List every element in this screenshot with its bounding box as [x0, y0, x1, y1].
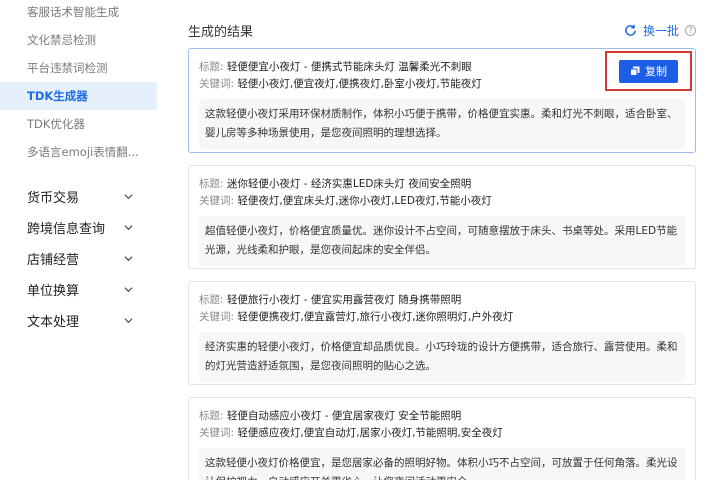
- sidebar-item-emoji-translator[interactable]: 多语言emoji表情翻...: [0, 138, 157, 166]
- result-description: 这款轻便小夜灯价格便宜，是您居家必备的照明好物。体积小巧不占空间，可放置于任何角…: [199, 448, 685, 480]
- copy-button[interactable]: 复制: [619, 59, 678, 83]
- result-title: 轻便自动感应小夜灯 - 便宜居家夜灯 安全节能照明: [226, 410, 462, 422]
- result-keywords-line: 关键词: 轻便便携夜灯,便宜露营灯,旅行小夜灯,迷你照明灯,户外夜灯: [199, 309, 685, 326]
- sidebar-menu-currency[interactable]: 货币交易: [0, 181, 157, 212]
- sidebar-item-prohibited-word-check[interactable]: 平台违禁词检测: [0, 54, 157, 82]
- title-prefix: 标题:: [199, 61, 224, 73]
- sidebar-menu-label: 店铺经营: [27, 253, 80, 268]
- result-keywords-line: 关键词: 轻便感应夜灯,便宜自动灯,居家小夜灯,节能照明,安全夜灯: [199, 425, 685, 442]
- keyword-prefix: 关键词:: [199, 78, 235, 90]
- result-keywords: 轻便便携夜灯,便宜露营灯,旅行小夜灯,迷你照明灯,户外夜灯: [237, 311, 514, 323]
- results-header: 生成的结果 换一批 ?: [188, 20, 696, 40]
- keyword-prefix: 关键词:: [199, 195, 235, 207]
- result-keywords: 轻便小夜灯,便宜夜灯,便携夜灯,卧室小夜灯,节能夜灯: [237, 78, 482, 90]
- sidebar-item-cultural-taboo-check[interactable]: 文化禁忌检测: [0, 26, 157, 54]
- chevron-down-icon: [124, 225, 133, 231]
- chevron-down-icon: [124, 256, 133, 262]
- title-prefix: 标题:: [199, 410, 224, 422]
- result-keywords: 轻便夜灯,便宜床头灯,迷你小夜灯,LED夜灯,节能小夜灯: [237, 195, 492, 207]
- copy-label: 复制: [645, 65, 667, 78]
- keyword-prefix: 关键词:: [199, 311, 235, 323]
- result-title-line: 标题: 轻便旅行小夜灯 - 便宜实用露营夜灯 随身携带照明: [199, 292, 685, 309]
- result-description: 这款轻便小夜灯采用环保材质制作，体积小巧便于携带，价格便宜实惠。柔和灯光不刺眼，…: [199, 99, 685, 149]
- chevron-down-icon: [124, 287, 133, 293]
- result-title: 迷你轻便小夜灯 - 经济实惠LED床头灯 夜间安全照明: [226, 178, 472, 190]
- sidebar-item-customer-service-script[interactable]: 客服话术智能生成: [0, 0, 157, 26]
- keyword-prefix: 关键词:: [199, 427, 235, 439]
- sidebar-menu-label: 文本处理: [27, 315, 80, 330]
- sidebar-menu-unit-conversion[interactable]: 单位换算: [0, 274, 157, 305]
- chevron-down-icon: [124, 318, 133, 324]
- result-title-line: 标题: 迷你轻便小夜灯 - 经济实惠LED床头灯 夜间安全照明: [199, 176, 685, 193]
- refresh-batch-button[interactable]: 换一批 ?: [624, 22, 696, 39]
- result-card: 标题: 轻便自动感应小夜灯 - 便宜居家夜灯 安全节能照明 关键词: 轻便感应夜…: [188, 397, 696, 480]
- result-card: 标题: 轻便旅行小夜灯 - 便宜实用露营夜灯 随身携带照明 关键词: 轻便便携夜…: [188, 281, 696, 385]
- chevron-down-icon: [124, 194, 133, 200]
- sidebar-item-tdk-generator[interactable]: TDK生成器: [0, 82, 157, 110]
- result-title-line: 标题: 轻便自动感应小夜灯 - 便宜居家夜灯 安全节能照明: [199, 408, 685, 425]
- sidebar-menu-label: 货币交易: [27, 191, 80, 206]
- result-title: 轻便旅行小夜灯 - 便宜实用露营夜灯 随身携带照明: [226, 294, 462, 306]
- copy-button-highlight: 复制: [605, 51, 692, 91]
- sidebar-menu-store-operation[interactable]: 店铺经营: [0, 243, 157, 274]
- sidebar-item-tdk-optimizer[interactable]: TDK优化器: [0, 110, 157, 138]
- result-card: 标题: 迷你轻便小夜灯 - 经济实惠LED床头灯 夜间安全照明 关键词: 轻便夜…: [188, 165, 696, 269]
- title-prefix: 标题:: [199, 294, 224, 306]
- sidebar-menu-label: 单位换算: [27, 284, 80, 299]
- sidebar-submenu: 客服话术智能生成 文化禁忌检测 平台违禁词检测 TDK生成器 TDK优化器 多语…: [0, 0, 157, 336]
- result-keywords: 轻便感应夜灯,便宜自动灯,居家小夜灯,节能照明,安全夜灯: [237, 427, 503, 439]
- result-keywords-line: 关键词: 轻便夜灯,便宜床头灯,迷你小夜灯,LED夜灯,节能小夜灯: [199, 193, 685, 210]
- copy-icon: [630, 66, 640, 76]
- refresh-label: 换一批: [642, 23, 679, 38]
- result-card: 标题: 轻便便宜小夜灯 - 便携式节能床头灯 温馨柔光不刺眼 关键词: 轻便小夜…: [188, 48, 696, 153]
- main-content: 生成的结果 换一批 ? 标题: 轻便便宜小夜灯 - 便携式节能床头灯 温馨柔光不…: [157, 0, 720, 480]
- sidebar: 客服话术智能生成 文化禁忌检测 平台违禁词检测 TDK生成器 TDK优化器 多语…: [0, 0, 157, 480]
- sidebar-menu-text-processing[interactable]: 文本处理: [0, 305, 157, 336]
- sidebar-menu-label: 跨境信息查询: [27, 222, 106, 237]
- refresh-icon: [625, 24, 636, 36]
- result-description: 经济实惠的轻便小夜灯，价格便宜却品质优良。小巧玲珑的设计方便携带，适合旅行、露营…: [199, 332, 685, 382]
- help-icon[interactable]: ?: [685, 24, 696, 36]
- sidebar-menu-cross-border-info[interactable]: 跨境信息查询: [0, 212, 157, 243]
- page-title: 生成的结果: [188, 24, 254, 40]
- title-prefix: 标题:: [199, 178, 224, 190]
- result-description: 超值轻便小夜灯，价格便宜质量优。迷你设计不占空间，可随意摆放于床头、书桌等处。采…: [199, 216, 685, 266]
- result-title: 轻便便宜小夜灯 - 便携式节能床头灯 温馨柔光不刺眼: [226, 61, 472, 73]
